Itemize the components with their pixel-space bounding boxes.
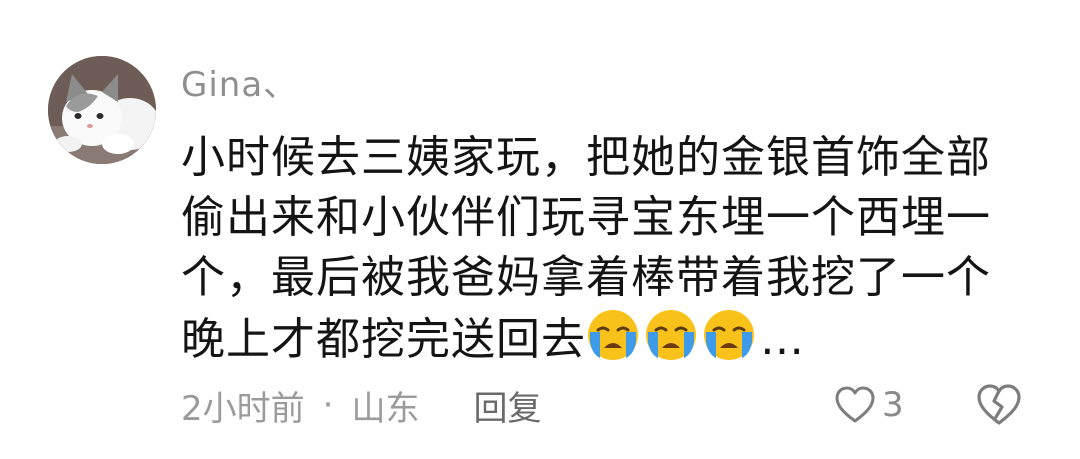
comment-text: 小时候去三姨家玩，把她的金银首饰全部 偷出来和小伙伴们玩寻宝东埋一个西埋一 个，… — [181, 128, 1011, 368]
cat-avatar-image — [48, 56, 156, 164]
comment-line: 晚上才都挖完送回去 — [181, 314, 586, 365]
comment-author[interactable]: Gina、 — [181, 62, 298, 108]
like-count: 3 — [882, 385, 904, 425]
comment-line: 偷出来和小伙伴们玩寻宝东埋一个西埋一 — [181, 192, 991, 243]
comment-line: 小时候去三姨家玩，把她的金银首饰全部 — [181, 132, 991, 183]
reply-button[interactable]: 回复 — [473, 381, 541, 430]
like-button[interactable]: 3 — [834, 381, 904, 429]
comment-meta: 2小时前 · 山东 回复 — [181, 381, 541, 429]
comment-location: 山东 — [351, 388, 420, 429]
comment-ellipsis[interactable]: … — [760, 314, 805, 365]
comment-time: 2小时前 — [181, 388, 305, 429]
avatar[interactable] — [48, 56, 156, 164]
loudly-crying-face-icon — [646, 310, 696, 360]
comment-line: 个，最后被我爸妈拿着棒带着我挖了一个 — [181, 252, 991, 303]
broken-heart-icon — [977, 384, 1021, 425]
loudly-crying-face-icon — [704, 310, 754, 360]
meta-separator: · — [322, 385, 334, 425]
loudly-crying-face-icon — [588, 310, 638, 360]
dislike-button[interactable] — [976, 383, 1022, 427]
heart-icon — [835, 386, 875, 423]
comment-last-line: 晚上才都挖完送回去 … — [181, 308, 1011, 368]
